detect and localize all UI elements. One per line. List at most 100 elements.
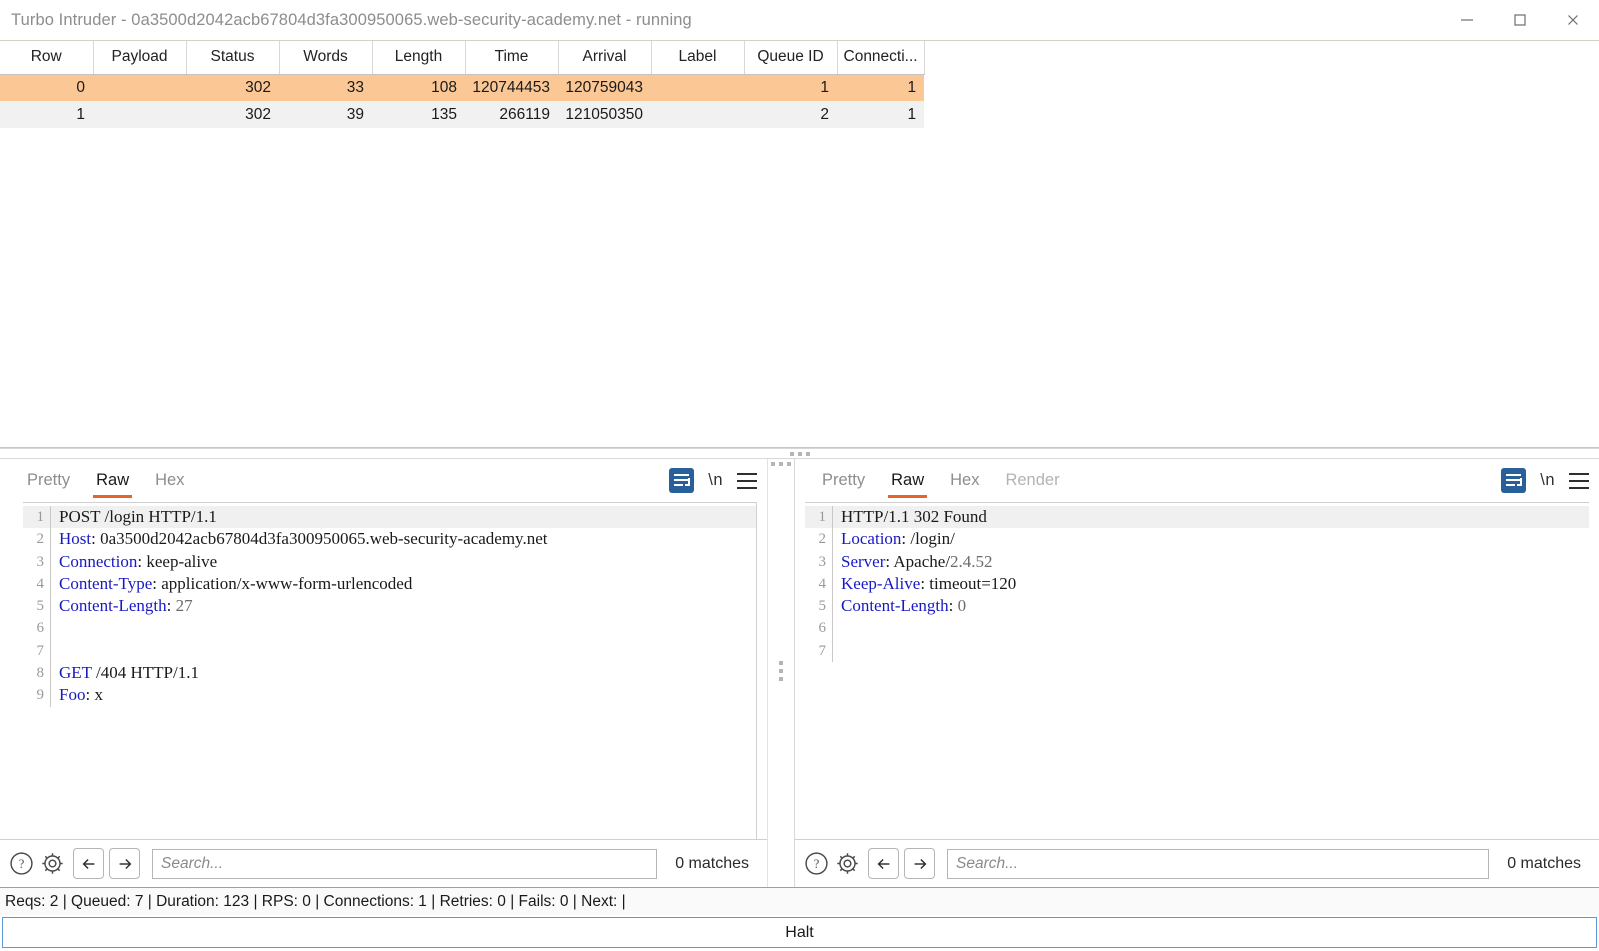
- status-bar: Reqs: 2 | Queued: 7 | Duration: 123 | RP…: [0, 887, 1599, 915]
- close-button[interactable]: [1546, 0, 1599, 40]
- code-line: 3Server: Apache/2.4.52: [805, 551, 1589, 573]
- table-row[interactable]: 0 302 33 108 120744453 120759043 1 1: [0, 74, 924, 101]
- word-wrap-icon[interactable]: [669, 468, 694, 493]
- search-input[interactable]: [947, 849, 1489, 879]
- cell-words: 39: [279, 101, 372, 128]
- minimize-button[interactable]: [1440, 0, 1493, 40]
- search-next-button[interactable]: [904, 848, 935, 879]
- line-text: HTTP/1.1 302 Found: [833, 506, 987, 528]
- column-header-label[interactable]: Label: [651, 41, 744, 74]
- svg-text:?: ?: [19, 857, 25, 871]
- code-line: 4Keep-Alive: timeout=120: [805, 573, 1589, 595]
- cell-status: 302: [186, 74, 279, 101]
- line-number: 1: [805, 506, 832, 528]
- cell-payload: [93, 101, 186, 128]
- response-panel: Pretty Raw Hex Render \n 1HTTP/1.1 302 F…: [795, 459, 1599, 887]
- line-number: 8: [23, 662, 50, 684]
- column-header-arrival[interactable]: Arrival: [558, 41, 651, 74]
- newline-icon[interactable]: \n: [708, 471, 723, 490]
- response-code-lines: 1HTTP/1.1 302 Found 2Location: /login/ 3…: [805, 503, 1589, 839]
- line-number: 6: [23, 617, 50, 639]
- tab-request-pretty[interactable]: Pretty: [14, 459, 83, 502]
- line-number: 3: [23, 551, 50, 573]
- halt-button[interactable]: Halt: [2, 917, 1597, 948]
- editors-area: Pretty Raw Hex \n 1POST /login HTTP/1.1 …: [0, 459, 1599, 887]
- response-code-view[interactable]: 1HTTP/1.1 302 Found 2Location: /login/ 3…: [805, 502, 1589, 839]
- gutter-separator: [50, 640, 51, 662]
- cell-label: [651, 74, 744, 101]
- gutter-separator: [50, 617, 51, 639]
- code-line: 5Content-Length: 0: [805, 595, 1589, 617]
- line-number: 3: [805, 551, 832, 573]
- line-number: 7: [805, 640, 832, 662]
- tab-response-pretty[interactable]: Pretty: [809, 459, 878, 502]
- request-search-bar: ? 0 matches: [0, 839, 767, 887]
- line-text: Content-Type: application/x-www-form-url…: [51, 573, 412, 595]
- results-table-region[interactable]: Row Payload Status Words Length Time Arr…: [0, 40, 1599, 448]
- vertical-splitter[interactable]: [767, 459, 795, 887]
- maximize-button[interactable]: [1493, 0, 1546, 40]
- cell-arrival: 121050350: [558, 101, 651, 128]
- code-line: 2Location: /login/: [805, 528, 1589, 550]
- help-icon[interactable]: ?: [801, 848, 832, 879]
- cell-connection: 1: [837, 101, 924, 128]
- request-tabbar: Pretty Raw Hex \n: [0, 459, 767, 502]
- column-header-length[interactable]: Length: [372, 41, 465, 74]
- line-number: 7: [23, 640, 50, 662]
- response-tab-tools: \n: [1501, 459, 1589, 502]
- help-icon[interactable]: ?: [6, 848, 37, 879]
- column-header-connection[interactable]: Connecti...: [837, 41, 924, 74]
- column-header-words[interactable]: Words: [279, 41, 372, 74]
- word-wrap-icon[interactable]: [1501, 468, 1526, 493]
- column-header-queue-id[interactable]: Queue ID: [744, 41, 837, 74]
- search-prev-button[interactable]: [73, 848, 104, 879]
- splitter-grip-icon: [779, 661, 783, 681]
- tab-response-render[interactable]: Render: [992, 459, 1072, 502]
- line-number: 9: [23, 684, 50, 706]
- cell-length: 135: [372, 101, 465, 128]
- tab-request-raw[interactable]: Raw: [83, 459, 142, 502]
- gear-icon[interactable]: [832, 848, 863, 879]
- results-table[interactable]: Row Payload Status Words Length Time Arr…: [0, 41, 925, 128]
- code-line: 9Foo: x: [23, 684, 756, 706]
- code-line: 7: [805, 640, 1589, 662]
- column-header-row[interactable]: Row: [0, 41, 93, 74]
- line-text: Content-Length: 27: [51, 595, 193, 617]
- horizontal-splitter[interactable]: [0, 448, 1599, 459]
- tab-response-hex[interactable]: Hex: [937, 459, 992, 502]
- window-title: Turbo Intruder - 0a3500d2042acb67804d3fa…: [0, 11, 692, 30]
- column-header-payload[interactable]: Payload: [93, 41, 186, 74]
- line-text: Host: 0a3500d2042acb67804d3fa300950065.w…: [51, 528, 547, 550]
- line-text: Foo: x: [51, 684, 103, 706]
- line-number: 4: [805, 573, 832, 595]
- request-panel: Pretty Raw Hex \n 1POST /login HTTP/1.1 …: [0, 459, 767, 887]
- table-row[interactable]: 1 302 39 135 266119 121050350 2 1: [0, 101, 924, 128]
- hamburger-menu-icon[interactable]: [1569, 473, 1589, 489]
- cell-connection: 1: [837, 74, 924, 101]
- code-line: 1POST /login HTTP/1.1: [23, 506, 756, 528]
- tab-request-hex[interactable]: Hex: [142, 459, 197, 502]
- hamburger-menu-icon[interactable]: [737, 473, 757, 489]
- gutter-separator: [832, 640, 833, 662]
- column-header-time[interactable]: Time: [465, 41, 558, 74]
- search-input[interactable]: [152, 849, 657, 879]
- cell-queue-id: 1: [744, 74, 837, 101]
- line-text: Content-Length: 0: [833, 595, 966, 617]
- gear-icon[interactable]: [37, 848, 68, 879]
- gutter-separator: [832, 617, 833, 639]
- search-next-button[interactable]: [109, 848, 140, 879]
- cell-row: 0: [0, 74, 93, 101]
- column-header-status[interactable]: Status: [186, 41, 279, 74]
- search-prev-button[interactable]: [868, 848, 899, 879]
- line-text: POST /login HTTP/1.1: [51, 506, 217, 528]
- newline-icon[interactable]: \n: [1540, 471, 1555, 490]
- code-line: 2Host: 0a3500d2042acb67804d3fa300950065.…: [23, 528, 756, 550]
- splitter-grip-icon: [790, 452, 810, 456]
- request-tab-tools: \n: [669, 459, 757, 502]
- code-line: 3Connection: keep-alive: [23, 551, 756, 573]
- request-code-view[interactable]: 1POST /login HTTP/1.1 2Host: 0a3500d2042…: [23, 502, 757, 839]
- line-number: 5: [805, 595, 832, 617]
- request-code-lines: 1POST /login HTTP/1.1 2Host: 0a3500d2042…: [23, 503, 756, 839]
- match-count-label: 0 matches: [657, 855, 759, 873]
- tab-response-raw[interactable]: Raw: [878, 459, 937, 502]
